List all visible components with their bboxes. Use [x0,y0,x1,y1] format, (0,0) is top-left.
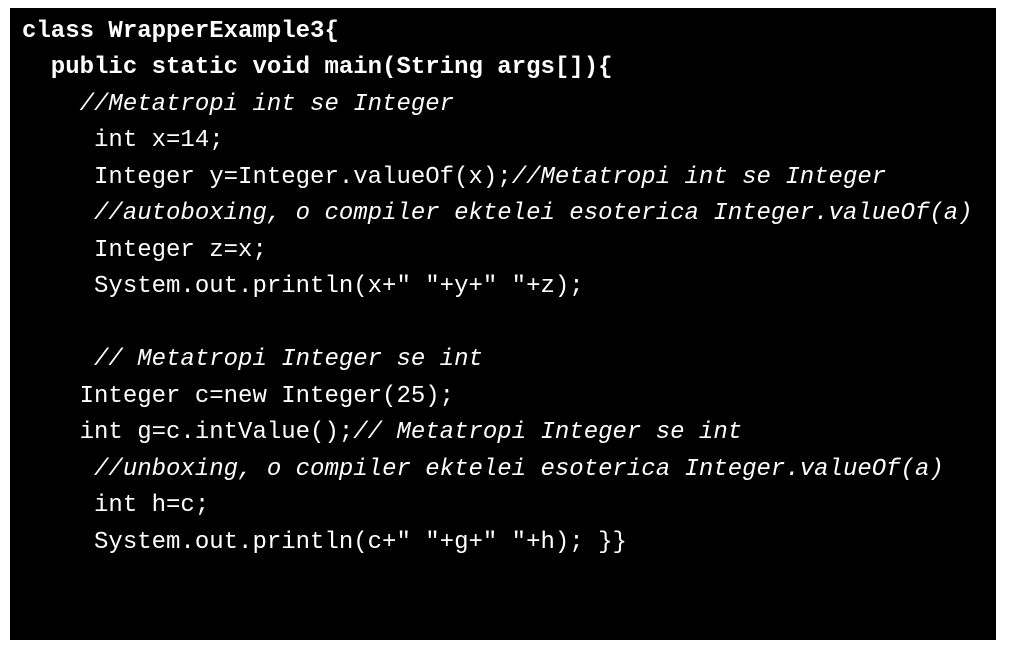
code-line-11: Integer c=new Integer(25); [22,379,984,415]
code-line-3: //Metatropi int se Integer [22,87,984,123]
code-line-7: Integer z=x; [22,233,984,269]
comment: //autoboxing, o compiler ektelei esoteri… [94,200,973,227]
code-block: class WrapperExample3{ public static voi… [8,6,998,642]
comment: //Metatropi int se Integer [80,91,454,118]
code-line-15: System.out.println(c+" "+g+" "+h); }} [22,525,984,561]
comment: //unboxing, o compiler ektelei esoterica… [94,456,944,483]
comment: //Metatropi int se Integer [512,164,886,191]
comment: // Metatropi Integer se int [94,346,483,373]
code-line-8: System.out.println(x+" "+y+" "+z); [22,269,984,305]
code-line-5: Integer y=Integer.valueOf(x);//Metatropi… [22,160,984,196]
comment: // Metatropi Integer se int [353,419,742,446]
code-line-10: // Metatropi Integer se int [22,342,984,378]
code-line-1: class WrapperExample3{ [22,14,984,50]
code-line-12: int g=c.intValue();// Metatropi Integer … [22,415,984,451]
code-line-14: int h=c; [22,488,984,524]
code-line-2: public static void main(String args[]){ [22,50,984,86]
code-line-13: //unboxing, o compiler ektelei esoterica… [22,452,984,488]
code-line-9 [22,306,984,342]
code-line-4: int x=14; [22,123,984,159]
code-line-6: //autoboxing, o compiler ektelei esoteri… [22,196,984,232]
